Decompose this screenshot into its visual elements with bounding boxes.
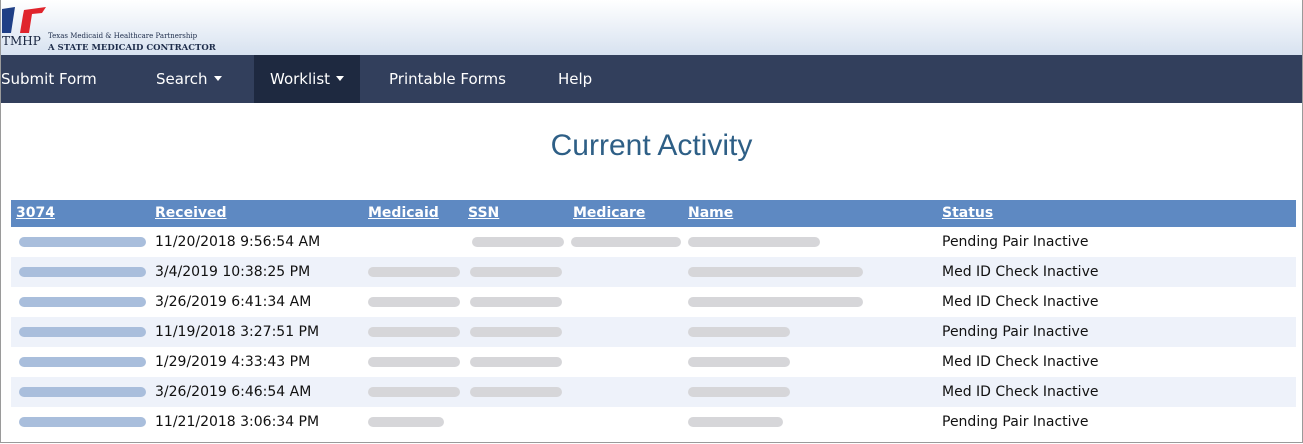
redacted-name (688, 267, 863, 277)
site-header: TMHP Texas Medicaid & Healthcare Partner… (1, 0, 1302, 55)
col-header-ssn[interactable]: SSN (468, 200, 499, 227)
received-cell: 11/19/2018 3:27:51 PM (155, 324, 320, 340)
nav-submit-form[interactable]: Submit Form (1, 55, 111, 103)
col-header-received[interactable]: Received (155, 200, 227, 227)
page-title: Current Activity (550, 129, 753, 162)
received-cell: 3/4/2019 10:38:25 PM (155, 264, 311, 280)
redacted-medicaid (368, 357, 460, 367)
redacted-ssn (470, 387, 562, 397)
received-cell: 11/20/2018 9:56:54 AM (155, 234, 321, 250)
redacted-form-id-link[interactable] (19, 267, 146, 277)
table-row[interactable]: 3/4/2019 10:38:25 PM Med ID Check Inacti… (11, 257, 1296, 287)
status-cell: Pending Pair Inactive (942, 324, 1089, 340)
table-row[interactable]: 11/19/2018 3:27:51 PM Pending Pair Inact… (11, 317, 1296, 347)
redacted-medicaid (368, 417, 444, 427)
redacted-medicaid (368, 327, 460, 337)
caret-down-icon (213, 76, 222, 81)
redacted-ssn (470, 267, 562, 277)
col-header-3074[interactable]: 3074 (16, 200, 55, 227)
main-nav: Submit Form Search Worklist Printable Fo… (1, 55, 1302, 103)
redacted-ssn (470, 297, 562, 307)
redacted-name (688, 417, 783, 427)
status-cell: Med ID Check Inactive (942, 384, 1099, 400)
nav-printable-forms-label: Printable Forms (389, 70, 506, 88)
logo-tagline: A STATE MEDICAID CONTRACTOR (48, 43, 216, 53)
status-cell: Med ID Check Inactive (942, 264, 1099, 280)
table-row[interactable]: 11/20/2018 9:56:54 AM Pending Pair Inact… (11, 227, 1296, 257)
received-cell: 3/26/2019 6:41:34 AM (155, 294, 312, 310)
redacted-name (688, 237, 820, 247)
redacted-medicaid (368, 387, 460, 397)
table-row[interactable]: 3/26/2019 6:41:34 AM Med ID Check Inacti… (11, 287, 1296, 317)
redacted-ssn (470, 327, 562, 337)
redacted-form-id-link[interactable] (19, 297, 146, 307)
tmhp-logo-mark-icon (2, 7, 46, 33)
nav-search-label: Search (156, 70, 208, 88)
nav-submit-form-label: Submit Form (1, 70, 97, 88)
redacted-form-id-link[interactable] (19, 417, 146, 427)
status-cell: Pending Pair Inactive (942, 234, 1089, 250)
received-cell: 3/26/2019 6:46:54 AM (155, 384, 312, 400)
table-row[interactable]: 3/26/2019 6:46:54 AM Med ID Check Inacti… (11, 377, 1296, 407)
redacted-form-id-link[interactable] (19, 237, 146, 247)
status-cell: Med ID Check Inactive (942, 354, 1099, 370)
redacted-name (688, 357, 790, 367)
table-row[interactable]: 1/29/2019 4:33:43 PM Med ID Check Inacti… (11, 347, 1296, 377)
redacted-form-id-link[interactable] (19, 357, 146, 367)
logo-acronym: TMHP (2, 34, 41, 48)
redacted-form-id-link[interactable] (19, 387, 146, 397)
redacted-name (688, 297, 863, 307)
col-header-medicare[interactable]: Medicare (573, 200, 645, 227)
col-header-status[interactable]: Status (942, 200, 993, 227)
nav-worklist-label: Worklist (270, 70, 331, 88)
caret-down-icon (336, 76, 345, 81)
redacted-ssn (470, 357, 562, 367)
nav-help[interactable]: Help (558, 55, 592, 103)
nav-help-label: Help (558, 70, 593, 88)
logo-org-name: Texas Medicaid & Healthcare Partnership (48, 32, 198, 40)
redacted-form-id-link[interactable] (19, 327, 146, 337)
col-header-medicaid[interactable]: Medicaid (368, 200, 439, 227)
redacted-ssn (472, 237, 564, 247)
nav-worklist[interactable]: Worklist (254, 55, 361, 103)
nav-printable-forms[interactable]: Printable Forms (389, 55, 506, 103)
nav-search[interactable]: Search (145, 55, 234, 103)
redacted-medicare (571, 237, 681, 247)
table-header: 3074 Received Medicaid SSN Medicare Name… (11, 200, 1296, 227)
redacted-medicaid (368, 297, 460, 307)
redacted-name (688, 327, 790, 337)
status-cell: Med ID Check Inactive (942, 294, 1099, 310)
col-header-name[interactable]: Name (688, 200, 733, 227)
status-cell: Pending Pair Inactive (942, 414, 1089, 430)
received-cell: 1/29/2019 4:33:43 PM (155, 354, 311, 370)
received-cell: 11/21/2018 3:06:34 PM (155, 414, 320, 430)
tmhp-logo[interactable]: TMHP Texas Medicaid & Healthcare Partner… (2, 7, 242, 53)
redacted-medicaid (368, 267, 460, 277)
table-row[interactable]: 11/21/2018 3:06:34 PM Pending Pair Inact… (11, 407, 1296, 437)
redacted-name (688, 387, 790, 397)
